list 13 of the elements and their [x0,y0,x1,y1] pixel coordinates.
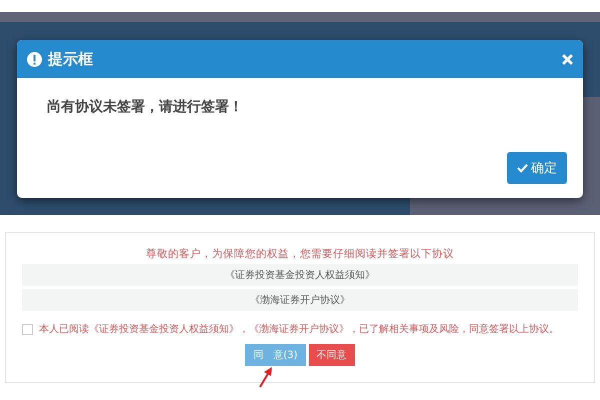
disagree-button[interactable]: 不同意 [308,344,355,366]
check-icon [517,163,528,173]
agreement-link[interactable]: 《渤海证券开户协议》 [22,289,578,311]
close-icon[interactable] [562,54,573,64]
confirm-button[interactable]: 确定 [507,152,567,184]
dialog-title: 提示框 [48,50,94,68]
consent-text: 本人已阅读《证券投资基金投资人权益须知》，《渤海证券开户协议》，已了解相关事项及风险，同意签署以上协议。 [39,322,559,336]
agreement-link[interactable]: 《证券投资基金投资人权益须知》 [22,264,578,286]
notice-text: 尊敬的客户，为保障您的权益，您需要仔细阅读并签署以下协议 [146,247,454,261]
consent-checkbox[interactable] [22,324,33,334]
arrow-icon [258,366,274,388]
dialog-message: 尚有协议未签署，请进行签署！ [47,98,244,117]
exclamation-icon [27,52,42,66]
